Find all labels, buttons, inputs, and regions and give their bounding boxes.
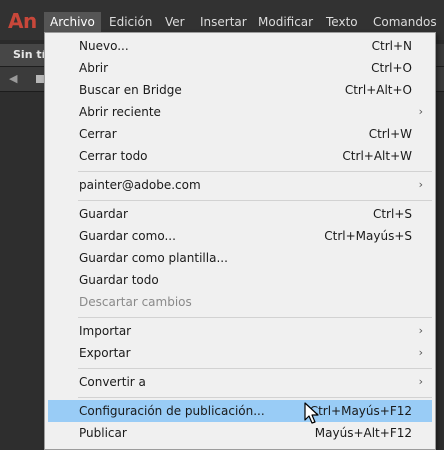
menu-item-label: Nuevo... (79, 39, 129, 53)
menu-item-cerrar-todo[interactable]: Cerrar todo Ctrl+Alt+W (48, 145, 432, 167)
menu-item-label: Guardar como plantilla... (79, 251, 228, 265)
menu-item-abrir[interactable]: Abrir Ctrl+O (48, 57, 432, 79)
menu-item-importar[interactable]: Importar › (48, 320, 432, 342)
menu-item-label: Convertir a (79, 375, 146, 389)
menu-item-guardar[interactable]: Guardar Ctrl+S (48, 203, 432, 225)
menu-item-label: Abrir (79, 61, 109, 75)
menu-modificar[interactable]: Modificar (258, 12, 313, 32)
menu-item-label: Guardar como... (79, 229, 176, 243)
menu-item-label: Guardar (79, 207, 128, 221)
menu-edicion[interactable]: Edición (109, 12, 152, 32)
menu-item-shortcut: Ctrl+Mayús+F12 (309, 404, 412, 418)
archivo-dropdown-menu: Nuevo... Ctrl+N Abrir Ctrl+O Buscar en B… (44, 32, 436, 450)
menu-item-convertir-a[interactable]: Convertir a › (48, 371, 432, 393)
menu-item-guardar-todo[interactable]: Guardar todo (48, 269, 432, 291)
menu-item-configuracion-publicacion[interactable]: Configuración de publicación... Ctrl+May… (48, 400, 432, 422)
mouse-pointer-icon (304, 402, 319, 424)
submenu-arrow-icon: › (418, 105, 423, 118)
menu-item-label: Guardar todo (79, 273, 159, 287)
menu-item-label: painter@adobe.com (79, 178, 201, 192)
menu-separator (78, 200, 432, 201)
menu-item-label: Abrir reciente (79, 105, 161, 119)
menu-item-shortcut: Ctrl+Alt+W (342, 149, 412, 163)
menu-item-cerrar[interactable]: Cerrar Ctrl+W (48, 123, 432, 145)
menu-item-publicar[interactable]: Publicar Mayús+Alt+F12 (48, 422, 432, 444)
menu-insertar[interactable]: Insertar (200, 12, 247, 32)
menu-separator (78, 317, 432, 318)
menu-comandos[interactable]: Comandos (373, 12, 437, 32)
animate-logo: An (8, 9, 37, 33)
back-arrow-icon[interactable]: ◀ (9, 73, 21, 85)
submenu-arrow-icon: › (418, 375, 423, 388)
menu-item-buscar-en-bridge[interactable]: Buscar en Bridge Ctrl+Alt+O (48, 79, 432, 101)
menu-item-shortcut: Ctrl+N (371, 39, 412, 53)
scene-icon[interactable] (36, 75, 44, 83)
menu-item-label: Cerrar (79, 127, 117, 141)
menu-item-shortcut: Ctrl+Mayús+S (324, 229, 412, 243)
menu-item-account[interactable]: painter@adobe.com › (48, 174, 432, 196)
menu-item-label: Cerrar todo (79, 149, 148, 163)
menu-item-exportar[interactable]: Exportar › (48, 342, 432, 364)
menu-item-shortcut: Mayús+Alt+F12 (314, 426, 412, 440)
menu-item-shortcut: Ctrl+O (371, 61, 412, 75)
menu-item-shortcut: Ctrl+W (368, 127, 412, 141)
menu-item-guardar-como[interactable]: Guardar como... Ctrl+Mayús+S (48, 225, 432, 247)
menu-item-abrir-reciente[interactable]: Abrir reciente › (48, 101, 432, 123)
menu-item-shortcut: Ctrl+S (372, 207, 412, 221)
menu-item-label: Importar (79, 324, 132, 338)
menu-separator (78, 368, 432, 369)
menu-item-nuevo[interactable]: Nuevo... Ctrl+N (48, 35, 432, 57)
menu-item-guardar-como-plantilla[interactable]: Guardar como plantilla... (48, 247, 432, 269)
submenu-arrow-icon: › (418, 346, 423, 359)
menu-archivo[interactable]: Archivo (44, 12, 101, 32)
menu-item-label: Configuración de publicación... (79, 404, 265, 418)
menu-item-label: Publicar (79, 426, 127, 440)
menu-separator (78, 171, 432, 172)
menu-separator (78, 397, 432, 398)
menu-ver[interactable]: Ver (165, 12, 185, 32)
menu-texto[interactable]: Texto (326, 12, 358, 32)
menu-item-label: Buscar en Bridge (79, 83, 182, 97)
menu-item-descartar-cambios: Descartar cambios (48, 291, 432, 313)
menu-item-shortcut: Ctrl+Alt+O (344, 83, 412, 97)
submenu-arrow-icon: › (418, 178, 423, 191)
menu-item-label: Exportar (79, 346, 131, 360)
submenu-arrow-icon: › (418, 324, 423, 337)
menu-item-label: Descartar cambios (79, 295, 192, 309)
